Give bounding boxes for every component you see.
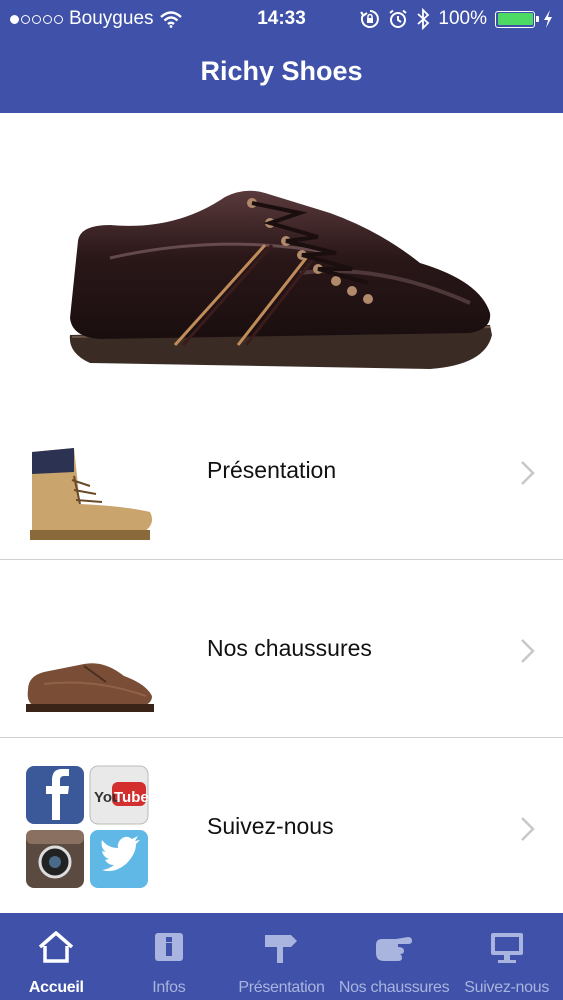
tab-label-infos: Infos	[152, 979, 186, 996]
tab-accueil[interactable]: Accueil	[0, 913, 113, 1000]
chevron-right-icon[interactable]	[520, 816, 536, 842]
info-icon	[154, 933, 183, 961]
menu-row-presentation[interactable]: Présentation	[0, 382, 563, 560]
tab-label-suivez-nous: Suivez-nous	[464, 979, 550, 996]
chevron-right-icon[interactable]	[520, 460, 536, 486]
tab-label-presentation: Présentation	[238, 979, 325, 996]
dress-shoe-image	[69, 190, 492, 369]
boot-image	[30, 448, 152, 540]
pointing-hand-icon	[376, 937, 413, 961]
charging-icon	[544, 10, 552, 28]
social-icons-image: You Tube	[26, 765, 149, 888]
app-header: Bouygues 14:33 100% Richy Shoes	[0, 0, 563, 113]
svg-text:Tube: Tube	[114, 789, 149, 806]
bluetooth-icon	[417, 8, 430, 30]
tab-suivez-nous[interactable]: Suivez-nous	[450, 913, 563, 1000]
hero-banner	[0, 113, 563, 380]
menu-row-suivez-nous[interactable]: You Tube Suivez-nous	[0, 738, 563, 913]
menu-label-presentation: Présentation	[207, 457, 337, 483]
tab-presentation[interactable]: Présentation	[225, 913, 338, 1000]
chevron-right-icon[interactable]	[520, 638, 536, 664]
home-icon	[39, 931, 74, 963]
menu-label-suivez-nous: Suivez-nous	[207, 813, 334, 839]
alarm-icon	[389, 9, 408, 28]
shoe-image	[26, 663, 154, 712]
tab-infos[interactable]: Infos	[113, 913, 226, 1000]
app-title: Richy Shoes	[200, 56, 363, 86]
menu-row-nos-chaussures[interactable]: Nos chaussures	[0, 560, 563, 738]
tab-label-accueil: Accueil	[28, 979, 84, 996]
battery-percent: 100%	[438, 8, 487, 29]
battery-icon	[495, 10, 539, 28]
monitor-icon	[490, 933, 523, 963]
signpost-icon	[265, 935, 298, 963]
status-bar: Bouygues 14:33 100%	[0, 0, 563, 38]
tab-label-nos-chaussures: Nos chaussures	[338, 979, 450, 996]
tab-nos-chaussures[interactable]: Nos chaussures	[338, 913, 451, 1000]
status-right: 100%	[360, 8, 553, 30]
rotation-lock-icon	[360, 10, 380, 28]
menu-label-nos-chaussures: Nos chaussures	[207, 635, 372, 661]
tab-bar: Accueil Infos Présentation Nos chaussure…	[0, 913, 563, 1000]
